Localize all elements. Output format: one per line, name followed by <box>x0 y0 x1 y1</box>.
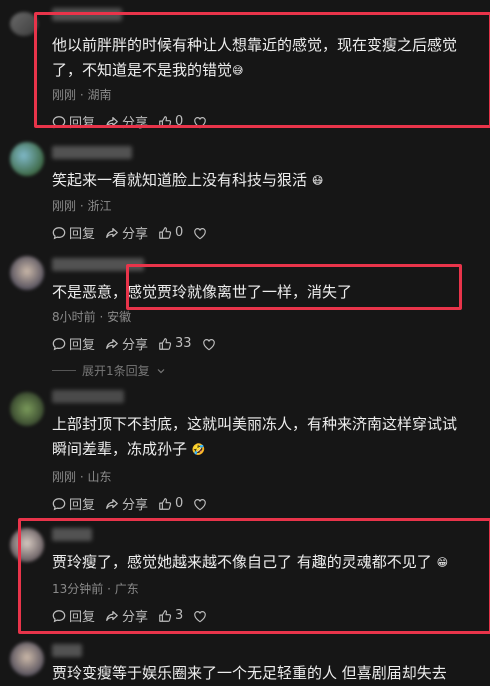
dislike-icon <box>194 227 207 239</box>
reply-button[interactable]: 回复 <box>52 494 95 513</box>
comment-icon <box>52 226 66 239</box>
expand-replies-button[interactable]: 展开1条回复 <box>52 362 166 379</box>
share-icon <box>106 227 118 238</box>
like-button[interactable]: 0 <box>158 225 183 240</box>
dislike-button[interactable] <box>193 497 207 511</box>
like-icon <box>159 337 172 350</box>
divider <box>52 370 76 371</box>
share-button[interactable]: 分享 <box>105 223 148 242</box>
chevron-down-icon <box>157 368 165 373</box>
username[interactable] <box>52 644 82 657</box>
reply-button[interactable]: 回复 <box>52 223 95 242</box>
avatar[interactable] <box>10 392 44 426</box>
comment-icon <box>52 337 66 350</box>
emoji: 😷 <box>311 174 324 187</box>
comment-actions: 回复 分享 33 <box>52 334 216 353</box>
comment-meta: 8小时前 · 安徽 <box>52 310 132 324</box>
avatar[interactable] <box>10 642 44 676</box>
like-button[interactable]: 33 <box>158 336 192 351</box>
emoji: 🤣 <box>191 443 206 456</box>
share-button[interactable]: 分享 <box>105 334 148 353</box>
highlight-box <box>34 12 490 128</box>
comment-meta: 刚刚 · 山东 <box>52 470 112 484</box>
share-icon <box>106 498 118 509</box>
like-icon <box>159 497 172 510</box>
comment-text: 上部封顶下不封底，这就叫美丽冻人，有种来济南这样穿试试 瞬间差辈，冻成孙子 🤣 <box>52 412 490 462</box>
dislike-icon <box>202 338 215 350</box>
comment-meta: 刚刚 · 浙江 <box>52 199 112 213</box>
comment-icon <box>52 497 66 510</box>
share-icon <box>106 338 118 349</box>
highlight-box <box>18 518 490 634</box>
avatar[interactable] <box>10 142 44 176</box>
avatar[interactable] <box>10 256 44 290</box>
highlight-box <box>126 264 462 310</box>
username[interactable] <box>52 390 124 403</box>
comment-actions: 回复 分享 0 <box>52 494 207 513</box>
like-button[interactable]: 0 <box>158 496 183 511</box>
comment-text: 笑起来一看就知道脸上没有科技与狠活 😷 <box>52 168 490 193</box>
dislike-button[interactable] <box>193 226 207 240</box>
comment-actions: 回复 分享 0 <box>52 223 207 242</box>
username[interactable] <box>52 146 132 159</box>
share-button[interactable]: 分享 <box>105 494 148 513</box>
comment-text: 贾玲变瘦等于娱乐圈来了一个无足轻重的人 但喜剧届却失去 <box>52 664 447 682</box>
dislike-icon <box>194 498 207 510</box>
like-icon <box>159 226 172 239</box>
reply-button[interactable]: 回复 <box>52 334 95 353</box>
dislike-button[interactable] <box>202 337 216 351</box>
